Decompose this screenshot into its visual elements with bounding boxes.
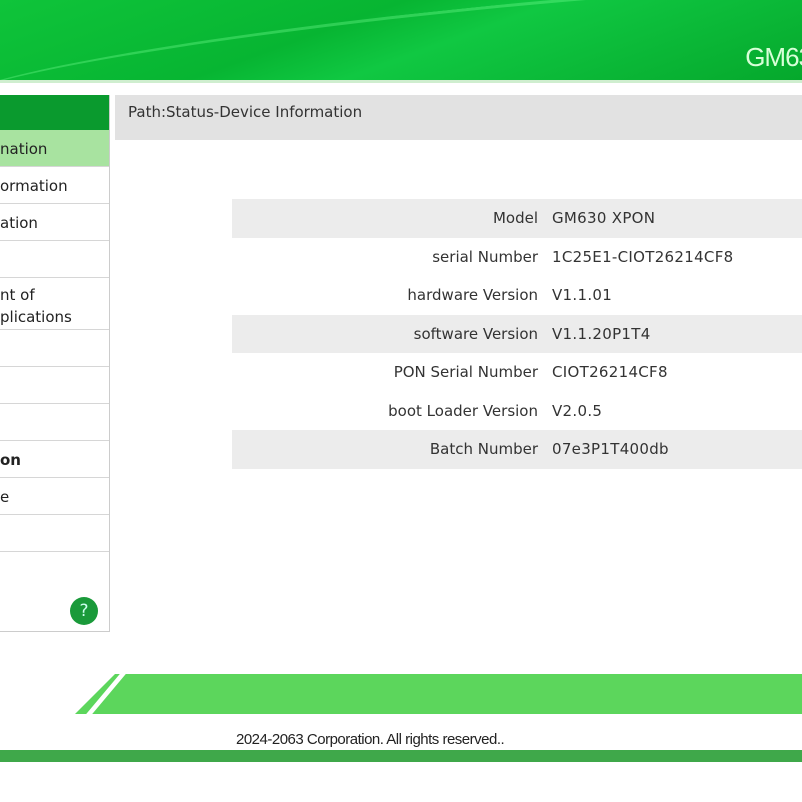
footer-banner bbox=[75, 674, 802, 714]
sidebar-item[interactable]: ation bbox=[0, 204, 109, 241]
field-value: 1C25E1-CIOT26214CF8 bbox=[552, 247, 734, 266]
sidebar-header bbox=[0, 95, 109, 130]
field-label: Batch Number bbox=[429, 440, 538, 459]
product-title: GM63 bbox=[745, 42, 802, 72]
sidebar-item[interactable]: nt of plications bbox=[0, 278, 109, 330]
help-icon[interactable]: ? bbox=[70, 597, 98, 625]
sidebar-item[interactable]: on bbox=[0, 441, 109, 478]
field-label: boot Loader Version bbox=[388, 401, 538, 420]
footer-bar bbox=[0, 750, 802, 762]
banner-wave bbox=[0, 0, 802, 80]
sidebar-item[interactable] bbox=[0, 515, 109, 552]
sidebar-item-label: ation bbox=[0, 214, 38, 232]
table-row: hardware Version V1.1.01 bbox=[232, 276, 802, 315]
sidebar-item[interactable] bbox=[0, 404, 109, 441]
sidebar-item[interactable] bbox=[0, 367, 109, 404]
table-row: Batch Number 07e3P1T400db bbox=[232, 430, 802, 469]
sidebar-item-label: nt of bbox=[0, 286, 35, 304]
sidebar-item-label: ormation bbox=[0, 177, 68, 195]
sidebar-item-label: plications bbox=[0, 308, 72, 326]
table-row: PON Serial Number CIOT26214CF8 bbox=[232, 353, 802, 392]
sidebar-item[interactable]: e bbox=[0, 478, 109, 515]
table-row: Model GM630 XPON bbox=[232, 199, 802, 238]
field-label: software Version bbox=[413, 324, 538, 343]
sidebar-item-label: on bbox=[0, 451, 21, 469]
field-value: GM630 XPON bbox=[552, 209, 656, 228]
sidebar-item-device-information[interactable]: nation bbox=[0, 130, 109, 167]
sidebar-item[interactable] bbox=[0, 330, 109, 367]
sidebar: nation ormation ation nt of plications on… bbox=[0, 95, 110, 632]
field-value: 07e3P1T400db bbox=[552, 440, 669, 459]
sidebar-item[interactable] bbox=[0, 241, 109, 278]
breadcrumb: Path:Status-Device Information bbox=[115, 95, 802, 140]
field-value: V1.1.20P1T4 bbox=[552, 324, 651, 343]
field-value: V1.1.01 bbox=[552, 286, 613, 305]
copyright-text: 2024-2063 Corporation. All rights reserv… bbox=[236, 731, 505, 748]
table-row: boot Loader Version V2.0.5 bbox=[232, 392, 802, 431]
field-label: serial Number bbox=[432, 247, 538, 266]
table-row: software Version V1.1.20P1T4 bbox=[232, 314, 802, 353]
header-banner: GM63 bbox=[0, 0, 802, 80]
field-label: hardware Version bbox=[407, 286, 538, 305]
sidebar-item-label: e bbox=[0, 488, 10, 506]
field-value: CIOT26214CF8 bbox=[552, 363, 668, 382]
field-value: V2.0.5 bbox=[552, 401, 603, 420]
header-divider bbox=[0, 80, 802, 83]
table-row: serial Number 1C25E1-CIOT26214CF8 bbox=[232, 238, 802, 277]
device-info-table: Model GM630 XPON serial Number 1C25E1-CIOT… bbox=[232, 199, 802, 469]
sidebar-item-label: nation bbox=[0, 140, 48, 158]
field-label: Model bbox=[492, 209, 538, 228]
field-label: PON Serial Number bbox=[393, 363, 538, 382]
sidebar-item[interactable]: ormation bbox=[0, 167, 109, 204]
